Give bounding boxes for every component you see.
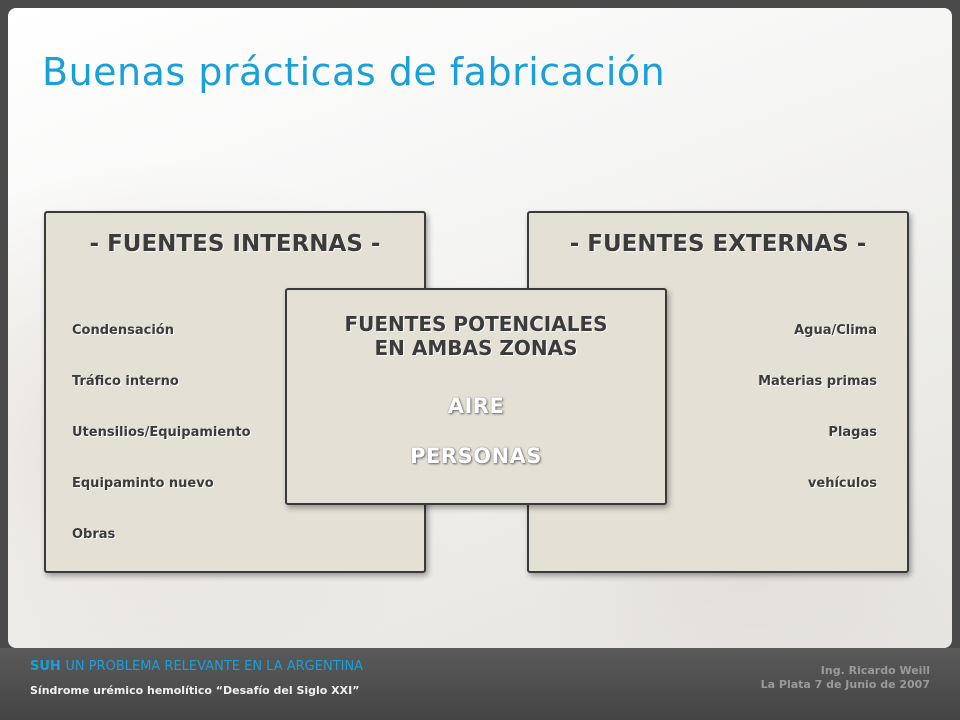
footer-credits: Ing. Ricardo Weill La Plata 7 de Junio d… [761,664,930,692]
footer-brand: SUH [30,659,61,674]
footer-subtitle: Síndrome urémico hemolítico “Desafío del… [30,684,360,697]
external-sources-heading: - FUENTES EXTERNAS - [569,231,867,257]
shared-sources-box: FUENTES POTENCIALES EN AMBAS ZONAS AIRE … [285,288,667,505]
shared-source-people: PERSONAS [410,444,542,468]
list-item: Obras [72,527,116,542]
footer-headline-text: UN PROBLEMA RELEVANTE EN LA ARGENTINA [65,659,364,674]
shared-sources-heading-line1: FUENTES POTENCIALES [344,312,608,336]
footer-headline: SUH UN PROBLEMA RELEVANTE EN LA ARGENTIN… [30,659,363,674]
footer-author: Ing. Ricardo Weill [820,664,930,677]
internal-sources-heading: - FUENTES INTERNAS - [89,231,381,257]
shared-sources-heading: FUENTES POTENCIALES EN AMBAS ZONAS [287,312,665,360]
shared-source-air: AIRE [447,394,505,418]
slide-title: Buenas prácticas de fabricación [42,50,666,94]
footer-place-date: La Plata 7 de Junio de 2007 [760,678,930,691]
slide-footer: SUH UN PROBLEMA RELEVANTE EN LA ARGENTIN… [0,648,960,720]
shared-sources-heading-line2: EN AMBAS ZONAS [374,336,578,360]
